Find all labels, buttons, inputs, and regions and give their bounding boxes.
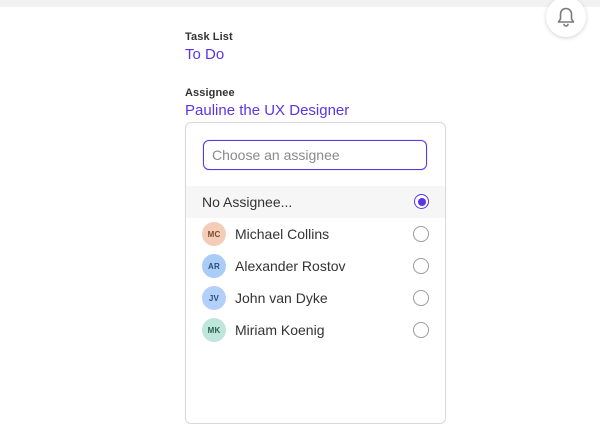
radio-unselected[interactable] [413,322,429,338]
avatar: AR [202,254,226,278]
top-bar [0,0,600,7]
radio-unselected[interactable] [413,226,429,242]
avatar: MK [202,318,226,342]
task-list-value[interactable]: To Do [185,46,224,63]
option-label: Miriam Koenig [235,322,325,338]
option-assignee[interactable]: AR Alexander Rostov [186,250,445,282]
assignee-label: Assignee [185,87,235,99]
radio-unselected[interactable] [413,258,429,274]
assignee-dropdown: No Assignee... MC Michael Collins AR Ale… [185,122,446,424]
notifications-button[interactable] [546,0,586,37]
avatar: MC [202,222,226,246]
bell-icon [556,6,576,28]
radio-selected[interactable] [414,194,429,209]
option-label: Michael Collins [235,226,330,242]
assignee-value[interactable]: Pauline the UX Designer [185,102,349,119]
avatar: JV [202,286,226,310]
task-list-label: Task List [185,31,233,43]
option-label: Alexander Rostov [235,258,346,274]
option-label: John van Dyke [235,290,328,306]
assignee-search-input[interactable] [203,140,427,170]
option-assignee[interactable]: MK Miriam Koenig [186,314,445,346]
option-no-assignee[interactable]: No Assignee... [186,186,445,218]
option-assignee[interactable]: MC Michael Collins [186,218,445,250]
option-assignee[interactable]: JV John van Dyke [186,282,445,314]
option-label: No Assignee... [202,194,293,210]
radio-unselected[interactable] [413,290,429,306]
